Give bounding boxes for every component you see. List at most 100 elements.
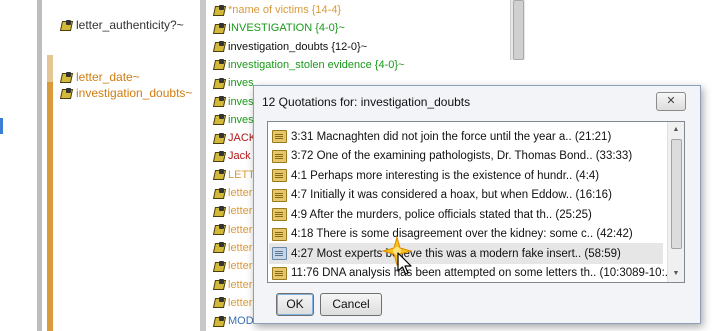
scroll-up-arrow-icon[interactable]: ▲ (668, 122, 684, 138)
quotation-list-item[interactable]: 4:7 Initially it was considered a hoax, … (272, 185, 662, 206)
code-icon (213, 4, 225, 16)
code-list-scroll-thumb[interactable] (513, 0, 524, 60)
quotation-list-item[interactable]: 11:76 DNA analysis has been attempted on… (272, 263, 674, 283)
quotation-list-item[interactable]: 4:18 There is some disagreement over the… (272, 224, 662, 245)
document-icon (272, 266, 287, 280)
code-icon (60, 87, 73, 99)
quotation-list-scrollbar[interactable]: ▲ ▼ (667, 122, 684, 282)
code-list-item-label: investigation_doubts {12-0}~ (228, 40, 368, 53)
quotations-dialog: 12 Quotations for: investigation_doubts … (253, 85, 701, 324)
code-list-item[interactable]: LETT (213, 167, 255, 183)
code-list-item[interactable]: letter (213, 222, 252, 238)
document-icon (272, 149, 287, 163)
code-icon (213, 205, 225, 217)
code-icon (213, 169, 225, 180)
document-icon (272, 169, 287, 182)
document-icon (272, 188, 287, 202)
quotation-list-item[interactable]: 3:72 One of the examining pathologists, … (272, 146, 662, 167)
code-list-item-label: inves (228, 95, 254, 108)
code-list-item-label: letter (228, 241, 253, 254)
code-list-scrollbar[interactable] (510, 0, 525, 60)
code-list-item[interactable]: inves (213, 75, 254, 91)
document-icon (272, 208, 287, 221)
quotation-text: 3:31 Macnaghten did not join the force u… (291, 130, 612, 143)
margin-bar-grey (37, 0, 42, 331)
code-icon (213, 114, 225, 125)
code-icon (213, 41, 225, 52)
code-list-item-label: LETT (228, 168, 255, 181)
quotation-text: 4:1 Perhaps more interesting is the exis… (291, 169, 600, 182)
code-icon (213, 22, 225, 34)
code-list-item[interactable]: *name of victims {14-4} (213, 2, 341, 18)
code-list-item-label: letter (228, 296, 253, 309)
code-list-item[interactable]: investigation_stolen evidence {4-0}~ (213, 57, 404, 73)
quotation-text: 4:18 There is some disagreement over the… (291, 228, 633, 240)
quotation-text: 4:7 Initially it was considered a hoax, … (291, 189, 612, 201)
margin-code-label: letter_authenticity?~ (76, 18, 184, 32)
document-icon (272, 130, 287, 143)
code-list-item[interactable]: letter (213, 240, 252, 256)
quotation-text: 4:27 Most experts believe this was a mod… (291, 247, 621, 260)
document-icon (272, 247, 287, 260)
quotation-list-item[interactable]: 4:1 Perhaps more interesting is the exis… (272, 165, 662, 186)
code-icon (213, 242, 225, 253)
code-icon (213, 150, 225, 162)
code-icon (213, 297, 225, 308)
code-list-item-label: letter (228, 260, 253, 273)
code-list-item[interactable]: letter (213, 185, 252, 201)
code-list-item[interactable]: investigation_doubts {12-0}~ (213, 39, 367, 55)
quotation-list-item[interactable]: 3:31 Macnaghten did not join the force u… (272, 126, 662, 147)
code-icon (213, 260, 225, 272)
pointer-cursor-icon (397, 252, 412, 275)
margin-code-letter-date[interactable]: letter_date~ (60, 70, 140, 84)
margin-code-label: letter_date~ (76, 70, 140, 84)
code-list-item[interactable]: letter (213, 277, 252, 293)
code-list-item-label: MOD (228, 315, 254, 328)
code-list-item[interactable]: MOD (213, 313, 254, 329)
margin-code-label: investigation_doubts~ (76, 86, 193, 100)
quotation-text: 11:76 DNA analysis has been attempted on… (291, 267, 675, 279)
code-icon (213, 96, 225, 107)
code-list-item-label: letter (228, 205, 253, 218)
code-list-item-label: letter (228, 223, 253, 236)
code-list-item-label: letter (228, 278, 253, 291)
code-icon (213, 224, 225, 235)
code-list-item[interactable]: INVESTIGATION {4-0}~ (213, 20, 345, 36)
code-icon (60, 19, 73, 31)
code-list-item[interactable]: inves (213, 112, 254, 128)
code-icon (213, 132, 225, 144)
code-icon (60, 71, 73, 83)
panel-divider[interactable] (200, 0, 206, 331)
code-list-item[interactable]: Jack (213, 148, 251, 164)
code-list-item[interactable]: letter (213, 295, 252, 311)
code-list-item[interactable]: JACK (213, 130, 256, 146)
code-list-item-label: Jack (228, 150, 251, 163)
code-list-item-label: letter (228, 187, 253, 199)
margin-code-letter-authenticity[interactable]: letter_authenticity?~ (60, 18, 184, 32)
margin-bar-investigation-doubts[interactable] (47, 82, 53, 331)
ok-button[interactable]: OK (276, 293, 314, 316)
code-list-item[interactable]: inves (213, 94, 254, 110)
code-list-item-label: inves (228, 113, 254, 126)
code-icon (213, 59, 225, 70)
code-list-item[interactable]: letter (213, 203, 252, 219)
code-list-item-label: JACK (228, 132, 257, 145)
selection-marker (0, 118, 3, 134)
quotation-list[interactable]: 11:76 DNA analysis has been attempted on… (267, 121, 685, 283)
code-list-item-label: inves (228, 77, 254, 90)
code-icon (213, 279, 225, 290)
margin-bar-letter-date (47, 55, 53, 82)
code-icon (213, 77, 225, 89)
document-icon (272, 227, 287, 241)
close-button[interactable]: ✕ (656, 92, 686, 111)
quotation-list-item[interactable]: 4:9 After the murders, police officials … (272, 204, 662, 225)
code-icon (213, 187, 225, 199)
quotation-list-item[interactable]: 4:27 Most experts believe this was a mod… (269, 243, 663, 264)
margin-code-investigation-doubts[interactable]: investigation_doubts~ (60, 86, 192, 100)
code-list-item[interactable]: letter (213, 258, 252, 274)
close-icon: ✕ (666, 95, 676, 107)
scroll-down-arrow-icon[interactable]: ▼ (668, 266, 684, 282)
cancel-button[interactable]: Cancel (320, 293, 382, 316)
code-icon (213, 315, 225, 327)
scroll-thumb[interactable] (671, 139, 682, 249)
